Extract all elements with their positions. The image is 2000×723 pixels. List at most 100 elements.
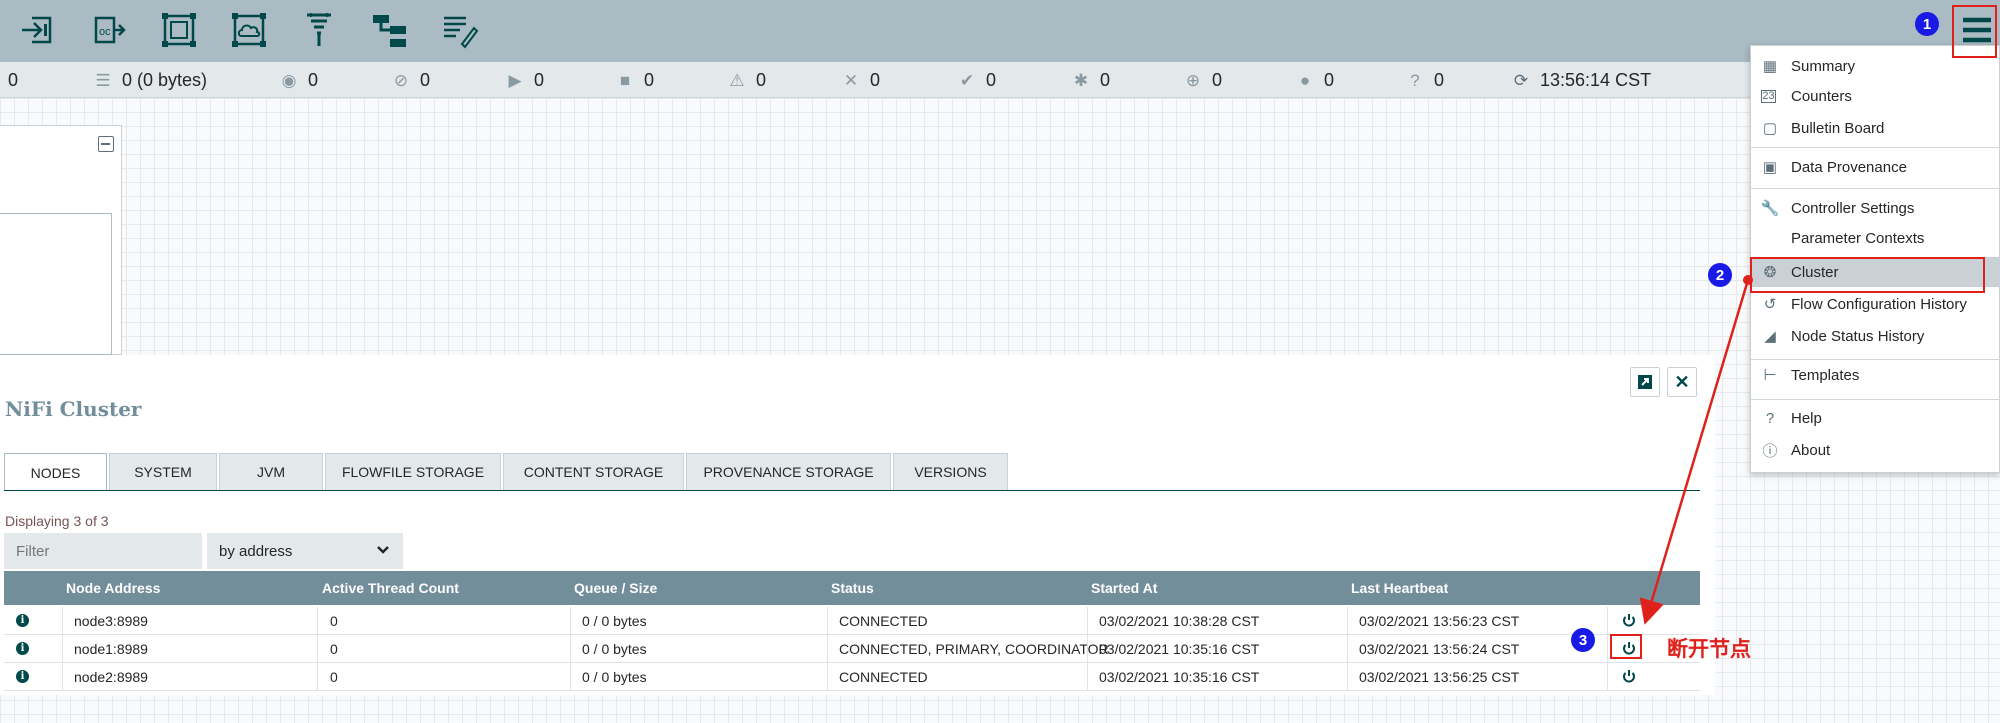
tab-nodes[interactable]: NODES	[4, 453, 107, 491]
menu-item-counters[interactable]: 23 Counters	[1751, 81, 2000, 111]
process-group-icon[interactable]	[157, 8, 201, 52]
cell-started-at: 03/02/2021 10:38:28 CST	[1099, 613, 1260, 629]
input-port-icon[interactable]	[16, 8, 60, 52]
disconnect-power-icon[interactable]	[1620, 668, 1638, 686]
stat-locally-modified-stale: ● 0	[1296, 70, 1334, 91]
counter-icon: 23	[1761, 89, 1776, 103]
label-icon[interactable]	[438, 8, 482, 52]
refresh-icon[interactable]: ⟳	[1512, 71, 1530, 91]
filter-by-value: by address	[219, 542, 293, 560]
col-status[interactable]: Status	[831, 580, 874, 596]
info-circle-icon: ⓘ	[1762, 442, 1778, 460]
cell-started-at: 03/02/2021 10:35:16 CST	[1099, 641, 1260, 657]
popout-icon	[1638, 375, 1652, 389]
template-icon[interactable]	[368, 8, 412, 52]
disabled-icon: ✕	[843, 70, 859, 90]
template-icon: ⊢	[1763, 367, 1777, 384]
stat-stopped: ■ 0	[616, 70, 654, 91]
up-to-date-icon: ✔	[959, 70, 975, 90]
filter-by-select[interactable]: by address	[207, 533, 403, 569]
cell-node-address: node1:8989	[74, 641, 148, 657]
remote-process-group-icon[interactable]	[227, 8, 271, 52]
top-toolbar: oc	[0, 0, 2000, 62]
provenance-icon: ▣	[1762, 159, 1778, 176]
stat-running: ▶ 0	[506, 70, 544, 91]
info-icon[interactable]: i	[16, 614, 29, 627]
cell-last-heartbeat: 03/02/2021 13:56:25 CST	[1359, 669, 1520, 685]
menu-item-about[interactable]: ⓘ About	[1751, 435, 2000, 465]
tab-divider	[4, 490, 1700, 491]
invalid-icon: ⚠	[729, 70, 745, 90]
cell-queue-size: 0 / 0 bytes	[582, 669, 647, 685]
table-icon: ▦	[1762, 58, 1778, 75]
col-started-at[interactable]: Started At	[1091, 580, 1157, 596]
queue-icon: ☰	[95, 70, 111, 90]
table-row: i node2:8989 0 0 / 0 bytes CONNECTED 03/…	[4, 663, 1700, 691]
annotation-step-1: 1	[1915, 12, 1939, 36]
table-row: i node1:8989 0 0 / 0 bytes CONNECTED, PR…	[4, 635, 1700, 663]
annotation-box-menu	[1952, 5, 1997, 58]
stat-stale: ⊕ 0	[1185, 70, 1223, 90]
col-active-thread-count[interactable]: Active Thread Count	[322, 580, 459, 596]
annotation-note: 断开节点	[1667, 638, 1751, 661]
stat-queued: ☰ 0 (0 bytes)	[95, 70, 208, 90]
stopped-icon: ■	[619, 70, 631, 90]
cell-started-at: 03/02/2021 10:35:16 CST	[1099, 669, 1260, 685]
menu-item-node-status-history[interactable]: ◢ Node Status History	[1751, 321, 2000, 351]
close-button[interactable]: ✕	[1667, 367, 1697, 397]
filter-input[interactable]	[4, 533, 202, 569]
menu-item-parameter-contexts[interactable]: Parameter Contexts	[1751, 223, 2000, 253]
collapse-icon[interactable]	[98, 136, 114, 152]
tab-jvm[interactable]: JVM	[219, 453, 323, 490]
stat-disabled: ✕ 0	[843, 70, 881, 90]
info-icon[interactable]: i	[16, 670, 29, 683]
menu-item-help[interactable]: ? Help	[1751, 403, 2000, 433]
annotation-step-3: 3	[1571, 628, 1595, 652]
col-node-address[interactable]: Node Address	[66, 580, 160, 596]
stat-invalid: ⚠ 0	[729, 70, 767, 90]
menu-item-templates[interactable]: ⊢ Templates	[1751, 360, 2000, 390]
navigate-viewport[interactable]	[0, 213, 112, 355]
stat-sync-failure: ? 0	[1406, 70, 1444, 91]
cell-node-address: node2:8989	[74, 669, 148, 685]
stat-transmitting: ◉ 0	[281, 70, 319, 90]
cell-queue-size: 0 / 0 bytes	[582, 641, 647, 657]
refresh-status[interactable]: ⟳ 13:56:14 CST	[1512, 70, 1651, 91]
output-port-icon[interactable]: oc	[86, 8, 130, 52]
stat-active-threads: 0	[8, 70, 19, 90]
cell-status: CONNECTED	[839, 669, 928, 685]
stat-locally-modified: ✱ 0	[1073, 70, 1111, 90]
menu-item-bulletin-board[interactable]: ▢ Bulletin Board	[1751, 113, 2000, 143]
popout-button[interactable]	[1630, 367, 1660, 397]
menu-item-flow-configuration-history[interactable]: ↺ Flow Configuration History	[1751, 289, 2000, 319]
cell-last-heartbeat: 03/02/2021 13:56:23 CST	[1359, 613, 1520, 629]
stat-up-to-date: ✔ 0	[959, 70, 997, 90]
col-queue-size[interactable]: Queue / Size	[574, 580, 657, 596]
menu-item-data-provenance[interactable]: ▣ Data Provenance	[1751, 152, 2000, 182]
displaying-count: Displaying 3 of 3	[5, 513, 109, 529]
funnel-icon[interactable]	[297, 8, 341, 52]
history-icon: ↺	[1763, 296, 1777, 313]
navigate-panel	[0, 125, 122, 355]
sticky-note-icon: ▢	[1762, 120, 1778, 137]
tab-provenance-storage[interactable]: PROVENANCE STORAGE	[686, 453, 891, 490]
annotation-step-2: 2	[1708, 263, 1732, 287]
question-circle-icon: ?	[1765, 409, 1775, 427]
chevron-down-icon	[377, 546, 389, 554]
tab-versions[interactable]: VERSIONS	[893, 453, 1008, 490]
stale-icon: ⊕	[1185, 70, 1201, 90]
tab-content-storage[interactable]: CONTENT STORAGE	[503, 453, 684, 490]
tab-flowfile-storage[interactable]: FLOWFILE STORAGE	[325, 453, 501, 490]
sync-failure-icon: ?	[1410, 70, 1420, 90]
disconnect-power-icon[interactable]	[1620, 612, 1638, 630]
tab-system[interactable]: SYSTEM	[109, 453, 217, 490]
cluster-dialog: ✕ NiFi Cluster NODES SYSTEM JVM FLOWFILE…	[0, 355, 1715, 695]
annotation-box-disconnect	[1610, 634, 1642, 659]
menu-item-controller-settings[interactable]: 🔧 Controller Settings	[1751, 193, 2000, 223]
stat-not-transmitting: ⊘ 0	[393, 70, 431, 90]
info-icon[interactable]: i	[16, 642, 29, 655]
transmitting-icon: ◉	[281, 70, 297, 90]
col-last-heartbeat[interactable]: Last Heartbeat	[1351, 580, 1448, 596]
svg-text:oc: oc	[99, 26, 111, 38]
not-transmitting-icon: ⊘	[393, 70, 409, 90]
